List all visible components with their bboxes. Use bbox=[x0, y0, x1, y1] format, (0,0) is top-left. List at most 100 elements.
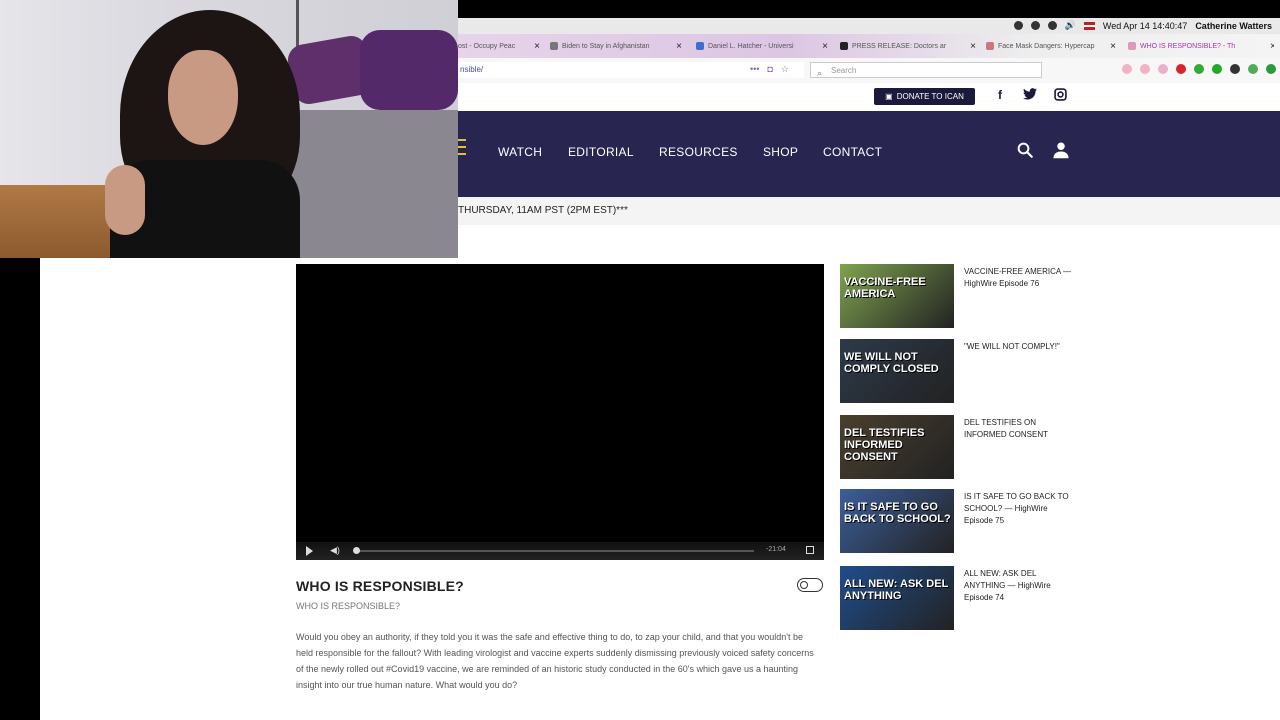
related-video-thumbnail[interactable]: WE WILL NOT COMPLY CLOSED bbox=[840, 339, 954, 403]
related-video-item[interactable]: VACCINE-FREE AMERICA VACCINE-FREE AMERIC… bbox=[840, 264, 1140, 330]
nav-shop[interactable]: SHOP bbox=[763, 145, 798, 159]
video-time-remaining: -21:04 bbox=[766, 546, 786, 553]
site-topbar: ▣ DONATE TO ICAN f bbox=[458, 83, 1280, 112]
related-video-title[interactable]: "WE WILL NOT COMPLY!" bbox=[964, 341, 1074, 353]
related-video-item[interactable]: WE WILL NOT COMPLY CLOSED "WE WILL NOT C… bbox=[840, 339, 1140, 405]
related-video-thumbnail[interactable]: DEL TESTIFIES INFORMED CONSENT bbox=[840, 415, 954, 479]
twitter-icon[interactable] bbox=[1023, 88, 1037, 102]
thumbnail-caption: IS IT SAFE TO GO BACK TO SCHOOL? bbox=[844, 501, 951, 525]
volume-icon[interactable]: ◀) bbox=[330, 545, 340, 556]
related-video-thumbnail[interactable]: ALL NEW: ASK DEL ANYTHING bbox=[840, 566, 954, 630]
tab-3[interactable]: PRESS RELEASE: Doctors ar × bbox=[840, 38, 976, 56]
menu-icon[interactable] bbox=[458, 139, 466, 160]
menubar-user[interactable]: Catherine Watters bbox=[1195, 21, 1272, 31]
related-video-title[interactable]: IS IT SAFE TO GO BACK TO SCHOOL? — HighW… bbox=[964, 491, 1074, 527]
donate-icon: ▣ bbox=[885, 92, 893, 101]
tab-label: Daniel L. Hatcher - Universi bbox=[708, 43, 794, 50]
extension-8-icon[interactable] bbox=[1248, 64, 1258, 74]
thumbnail-caption: DEL TESTIFIES INFORMED CONSENT bbox=[844, 427, 925, 463]
toggle-knob bbox=[800, 580, 808, 589]
nav-contact[interactable]: CONTACT bbox=[823, 145, 882, 159]
play-icon[interactable] bbox=[306, 546, 313, 556]
user-account-icon[interactable] bbox=[1052, 141, 1070, 159]
extension-2-icon[interactable] bbox=[1140, 64, 1150, 74]
tab-label: PRESS RELEASE: Doctors ar bbox=[852, 43, 947, 50]
search-input[interactable]: ⌕ Search bbox=[810, 62, 1042, 78]
tab-close-icon[interactable]: × bbox=[676, 38, 682, 56]
post-title: WHO IS RESPONSIBLE? bbox=[296, 578, 464, 594]
url-text: nsible/ bbox=[460, 65, 484, 74]
video-scrubber-handle[interactable] bbox=[353, 547, 360, 554]
tab-4[interactable]: Face Mask Dangers: Hypercap × bbox=[986, 38, 1116, 56]
video-player[interactable]: ◀) -21:04 bbox=[296, 264, 824, 560]
extension-icons bbox=[1122, 64, 1276, 74]
extension-4-icon[interactable] bbox=[1176, 64, 1186, 74]
menubar-clock[interactable]: Wed Apr 14 14:40:47 bbox=[1103, 21, 1187, 31]
tab-0[interactable]: ost - Occupy Peac × bbox=[458, 38, 540, 56]
nav-resources[interactable]: RESOURCES bbox=[659, 145, 738, 159]
tab-favicon-icon bbox=[550, 42, 558, 51]
extension-5-icon[interactable] bbox=[1194, 64, 1204, 74]
extension-6-icon[interactable] bbox=[1212, 64, 1222, 74]
facebook-icon[interactable]: f bbox=[993, 88, 1007, 102]
tab-close-icon[interactable]: × bbox=[534, 38, 540, 56]
related-video-title[interactable]: DEL TESTIFIES ON INFORMED CONSENT bbox=[964, 417, 1074, 441]
input-flag-icon[interactable] bbox=[1083, 21, 1095, 30]
tab-label: Biden to Stay in Afghanistan bbox=[562, 43, 650, 50]
bluetooth-icon[interactable] bbox=[1047, 21, 1057, 30]
nav-watch[interactable]: WATCH bbox=[498, 145, 542, 159]
fullscreen-icon[interactable] bbox=[806, 546, 814, 554]
instagram-icon[interactable] bbox=[1053, 88, 1067, 102]
status-icon[interactable] bbox=[1013, 21, 1023, 30]
tab-close-icon[interactable]: × bbox=[1270, 38, 1274, 56]
tab-favicon-icon bbox=[840, 42, 848, 51]
banner-text: THURSDAY, 11AM PST (2PM EST)*** bbox=[458, 205, 628, 216]
donate-button[interactable]: ▣ DONATE TO ICAN bbox=[874, 88, 975, 105]
extension-9-icon[interactable] bbox=[1266, 64, 1276, 74]
thumbnail-caption: WE WILL NOT COMPLY CLOSED bbox=[844, 351, 939, 375]
tab-2[interactable]: Daniel L. Hatcher - Universi × bbox=[696, 38, 828, 56]
tab-5-active[interactable]: WHO IS RESPONSIBLE? - Th × bbox=[1128, 38, 1274, 56]
tab-label: WHO IS RESPONSIBLE? - Th bbox=[1140, 43, 1236, 50]
url-actions: ••• ◘ ☆ bbox=[750, 64, 789, 75]
tab-1[interactable]: Biden to Stay in Afghanistan × bbox=[550, 38, 682, 56]
tab-label: ost - Occupy Peac bbox=[458, 43, 516, 50]
tab-favicon-icon bbox=[1128, 42, 1136, 51]
tab-close-icon[interactable]: × bbox=[822, 38, 828, 56]
post-subtitle: WHO IS RESPONSIBLE? bbox=[296, 601, 401, 611]
extension-1-icon[interactable] bbox=[1122, 64, 1132, 74]
related-video-thumbnail[interactable]: IS IT SAFE TO GO BACK TO SCHOOL? bbox=[840, 489, 954, 553]
post-body: Would you obey an authority, if they tol… bbox=[296, 632, 814, 690]
related-video-item[interactable]: IS IT SAFE TO GO BACK TO SCHOOL? IS IT S… bbox=[840, 489, 1140, 555]
related-video-title[interactable]: VACCINE-FREE AMERICA — HighWire Episode … bbox=[964, 266, 1074, 290]
search-icon[interactable] bbox=[1016, 141, 1034, 159]
related-video-title[interactable]: ALL NEW: ASK DEL ANYTHING — HighWire Epi… bbox=[964, 568, 1074, 604]
search-placeholder: Search bbox=[831, 66, 857, 75]
tab-favicon-icon bbox=[986, 42, 994, 51]
donate-label: DONATE TO ICAN bbox=[896, 92, 964, 101]
tab-favicon-icon bbox=[696, 42, 704, 51]
page-actions-icon[interactable]: ••• bbox=[750, 64, 759, 75]
tab-label: Face Mask Dangers: Hypercap bbox=[998, 43, 1095, 50]
pocket-icon[interactable]: ◘ bbox=[767, 64, 772, 75]
autoplay-toggle[interactable] bbox=[797, 578, 823, 592]
os-menubar: 🔊 Wed Apr 14 14:40:47 Catherine Watters bbox=[458, 18, 1280, 34]
browser-toolbar: nsible/ ••• ◘ ☆ ⌕ Search bbox=[458, 58, 1280, 84]
tab-close-icon[interactable]: × bbox=[970, 38, 976, 56]
thumbnail-caption: VACCINE-FREE AMERICA bbox=[844, 276, 926, 300]
nav-editorial[interactable]: EDITORIAL bbox=[568, 145, 634, 159]
thumbnail-caption: ALL NEW: ASK DEL ANYTHING bbox=[844, 578, 949, 602]
video-progress-bar[interactable] bbox=[353, 547, 754, 554]
malwarebytes-icon[interactable] bbox=[1030, 21, 1040, 30]
related-video-thumbnail[interactable]: VACCINE-FREE AMERICA bbox=[840, 264, 954, 328]
tab-close-icon[interactable]: × bbox=[1110, 38, 1116, 56]
bookmark-star-icon[interactable]: ☆ bbox=[781, 64, 789, 75]
volume-icon[interactable]: 🔊 bbox=[1065, 20, 1076, 31]
related-video-item[interactable]: DEL TESTIFIES INFORMED CONSENT DEL TESTI… bbox=[840, 415, 1140, 481]
webcam-pillow bbox=[360, 30, 458, 110]
browser-tabstrip: ost - Occupy Peac × Biden to Stay in Afg… bbox=[458, 34, 1280, 58]
screen: 🔊 Wed Apr 14 14:40:47 Catherine Watters … bbox=[0, 0, 1280, 720]
extension-7-icon[interactable] bbox=[1230, 64, 1240, 74]
extension-3-icon[interactable] bbox=[1158, 64, 1168, 74]
related-video-item[interactable]: ALL NEW: ASK DEL ANYTHING ALL NEW: ASK D… bbox=[840, 566, 1140, 632]
